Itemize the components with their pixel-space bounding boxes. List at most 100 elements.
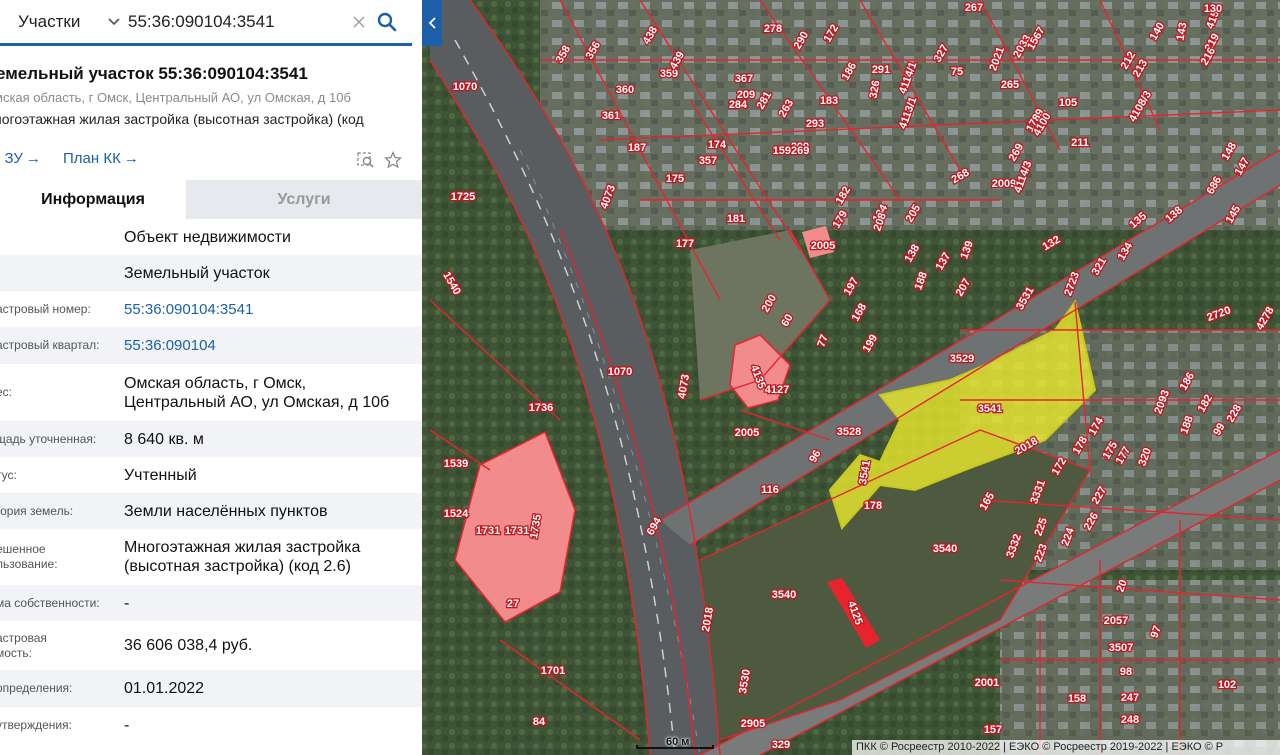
search-input[interactable]: 55:36:090104:3541 xyxy=(128,12,343,32)
row-value-group: Омская область, г Омск, Центральный АО, у… xyxy=(124,374,389,412)
plan-zu-link[interactable]: н ЗУ→ xyxy=(0,150,41,167)
parcel-label[interactable]: 360 xyxy=(615,83,636,98)
tab-services[interactable]: Услуги xyxy=(186,180,422,219)
parcel-label[interactable]: 1070 xyxy=(451,80,478,95)
address-subtitle: мская область, г Омск, Центральный АО, у… xyxy=(0,90,351,105)
row-value-group: - xyxy=(124,594,129,613)
parcel-label[interactable]: 183 xyxy=(819,94,840,109)
parcel-label[interactable]: 1736 xyxy=(527,401,554,416)
parcel-label[interactable]: 84 xyxy=(532,715,548,730)
parcel-label[interactable]: 3529 xyxy=(948,352,975,367)
parcel-label[interactable]: 2005 xyxy=(733,426,760,441)
parcel-label[interactable]: 1524 xyxy=(442,507,470,522)
parcel-label[interactable]: 211 xyxy=(1070,136,1090,151)
table-row: щадь уточненная: 8 640 кв. м xyxy=(0,421,422,457)
parcel-label[interactable]: 3528 xyxy=(835,425,862,440)
parcel-label[interactable]: 361 xyxy=(601,109,622,124)
row-label-group: астровая мость: xyxy=(0,631,47,661)
parcel-label[interactable]: 3540 xyxy=(770,588,797,603)
parcel-label[interactable]: 278 xyxy=(763,22,784,37)
row-label-group: ма собственности: xyxy=(0,596,100,611)
parcel-label[interactable]: 102 xyxy=(1217,678,1238,693)
row-label-group: гория земель: xyxy=(0,504,73,519)
parcel-label[interactable]: 178 xyxy=(863,499,884,514)
row-value: Учтенный xyxy=(124,466,197,484)
parcel-label[interactable]: 116 xyxy=(760,483,780,498)
row-label: астровый квартал: xyxy=(0,338,100,352)
parcel-label[interactable]: 357 xyxy=(698,154,719,169)
row-label: астровый номер: xyxy=(0,301,91,316)
parcel-label[interactable]: 98 xyxy=(1119,665,1134,680)
row-value: 8 640 кв. м xyxy=(124,430,204,448)
parcel-label[interactable]: 267 xyxy=(964,1,985,16)
parcel-label[interactable]: 2057 xyxy=(1102,614,1129,629)
find-on-map-icon[interactable] xyxy=(355,150,377,170)
parcel-label[interactable]: 248 xyxy=(1120,713,1141,728)
row-value: 36 606 038,4 руб. xyxy=(124,637,253,654)
parcel-label[interactable]: 1539 xyxy=(442,457,469,472)
parcel-label[interactable]: 175 xyxy=(665,172,686,187)
parcel-label[interactable]: 3541 xyxy=(976,402,1003,417)
chevron-left-icon xyxy=(428,17,436,29)
search-type-select[interactable]: Участки xyxy=(18,12,104,32)
parcel-label[interactable]: 293 xyxy=(805,117,826,132)
parcel-label[interactable]: 130 xyxy=(1203,2,1224,17)
row-value: Земли населённых пунктов xyxy=(124,502,328,520)
collapse-panel-button[interactable] xyxy=(422,0,442,46)
parcel-label[interactable]: 174 xyxy=(707,138,729,153)
parcel-label[interactable]: 1731 xyxy=(503,524,530,539)
row-label-group: ес: xyxy=(0,385,12,400)
row-label-group: ешенное льзование: xyxy=(0,542,58,572)
parcel-label[interactable]: 3507 xyxy=(1107,641,1134,656)
row-value-group: 36 606 038,4 руб. xyxy=(124,636,252,655)
parcel-label[interactable]: 247 xyxy=(1120,691,1141,706)
row-value: Объект недвижимости xyxy=(124,228,291,246)
parcel-label[interactable]: 3540 xyxy=(931,542,958,557)
row-value: - xyxy=(124,716,130,734)
parcel-label[interactable]: 1701 xyxy=(539,664,566,679)
parcel-label[interactable]: 158 xyxy=(1067,692,1088,707)
parcel-label[interactable]: 265 xyxy=(1000,78,1021,93)
table-row: ес: Омская область, г Омск,Центральный АО… xyxy=(0,364,422,421)
row-value[interactable]: 55:36:090104 xyxy=(124,336,216,355)
parcel-label[interactable]: 1731 xyxy=(474,524,501,539)
row-value-link[interactable]: 55:36:090104 xyxy=(124,336,216,355)
plan-kk-link[interactable]: План КК → xyxy=(63,150,139,167)
close-icon[interactable] xyxy=(348,11,370,33)
row-label: ешенное xyxy=(0,542,46,556)
table-row: гория земель: Земли населённых пунктов xyxy=(0,493,422,529)
row-value-link[interactable]: 55:36:090104:3541 xyxy=(124,300,253,319)
row-value-group: 01.01.2022 xyxy=(124,679,204,698)
row-value: Многоэтажная жилая застройка xyxy=(124,539,361,556)
parcel-label[interactable]: 159269 xyxy=(771,144,810,159)
search-bar: Участки 55:36:090104:3541 xyxy=(0,0,412,46)
parcel-label[interactable]: 27 xyxy=(506,597,521,612)
parcel-label[interactable]: 1070 xyxy=(606,365,633,380)
parcel-label[interactable]: 1725 xyxy=(449,190,476,205)
row-value-group: Многоэтажная жилая застройка (высотная за… xyxy=(124,538,360,576)
chevron-down-icon[interactable] xyxy=(104,12,124,32)
parcel-label[interactable]: 329 xyxy=(771,738,792,753)
map-attribution: ПКК © Росреестр 2010-2022 | ЕЭКО © Росре… xyxy=(852,740,1280,755)
parcel-label[interactable]: 177 xyxy=(675,237,696,252)
tab-information[interactable]: Информация xyxy=(0,180,186,219)
parcel-label[interactable]: 157 xyxy=(983,723,1004,738)
parcel-label[interactable]: 284 xyxy=(728,98,750,113)
search-icon[interactable] xyxy=(374,9,400,35)
row-label: астровая xyxy=(0,630,47,645)
parcel-label[interactable]: 367 xyxy=(734,72,755,87)
parcel-label[interactable]: 181 xyxy=(726,212,747,227)
row-value: Омская область, г Омск, xyxy=(124,374,307,392)
parcel-label[interactable]: 291 xyxy=(871,63,892,78)
parcel-label[interactable]: 105 xyxy=(1058,96,1079,111)
parcel-label[interactable]: 2001 xyxy=(973,676,1000,691)
row-value: (высотная застройка) (код 2.6) xyxy=(124,558,351,575)
parcel-label[interactable]: 75 xyxy=(950,65,965,80)
parcel-label[interactable]: 187 xyxy=(627,141,648,156)
star-icon[interactable] xyxy=(382,150,404,170)
row-label: щадь уточненная: xyxy=(0,431,97,446)
row-value: Земельный участок xyxy=(124,264,270,282)
row-value[interactable]: 55:36:090104:3541 xyxy=(124,300,253,319)
parcel-label[interactable]: 2005 xyxy=(809,239,836,254)
parcel-label[interactable]: 2905 xyxy=(739,717,766,732)
